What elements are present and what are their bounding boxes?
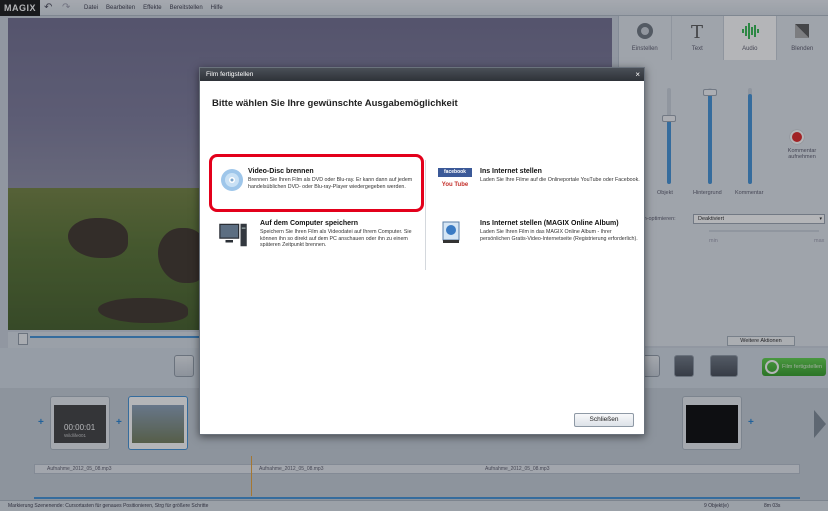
option-title: Ins Internet stellen bbox=[480, 168, 542, 175]
option-desc: Brennen Sie Ihren Film als DVD oder Blu-… bbox=[248, 177, 413, 190]
facebook-logo: facebook bbox=[438, 168, 472, 177]
option-online-album[interactable]: Ins Internet stellen (MAGIX Online Album… bbox=[442, 220, 640, 243]
dialog-heading: Bitte wählen Sie Ihre gewünschte Ausgabe… bbox=[212, 98, 458, 109]
facebook-youtube-icon: facebook You Tube bbox=[438, 168, 472, 194]
close-button[interactable]: Schließen bbox=[574, 413, 634, 427]
option-video-disc[interactable]: Video-Disc brennen Brennen Sie Ihren Fil… bbox=[221, 168, 420, 191]
disc-icon bbox=[221, 169, 243, 191]
computer-icon bbox=[219, 223, 247, 247]
option-desc: Laden Sie Ihre Filme auf die Onlineporta… bbox=[480, 177, 640, 183]
finish-movie-dialog: Film fertigstellen × Bitte wählen Sie Ih… bbox=[199, 67, 645, 435]
option-internet[interactable]: facebook You Tube Ins Internet stellen L… bbox=[438, 168, 640, 191]
close-icon[interactable]: × bbox=[635, 68, 640, 81]
option-title: Ins Internet stellen (MAGIX Online Album… bbox=[480, 220, 619, 227]
option-divider bbox=[425, 160, 426, 270]
dialog-title: Film fertigstellen bbox=[206, 71, 254, 78]
youtube-logo: You Tube bbox=[438, 179, 472, 191]
option-desc: Speichern Sie Ihren Film als Videodatei … bbox=[260, 229, 412, 248]
option-title: Auf dem Computer speichern bbox=[260, 220, 359, 227]
dialog-titlebar: Film fertigstellen × bbox=[200, 68, 644, 81]
option-desc: Laden Sie Ihren Film in das MAGIX Online… bbox=[480, 229, 638, 242]
option-title: Video-Disc brennen bbox=[248, 168, 314, 175]
option-computer[interactable]: Auf dem Computer speichern Speichern Sie… bbox=[219, 220, 420, 249]
online-album-icon bbox=[442, 221, 460, 243]
